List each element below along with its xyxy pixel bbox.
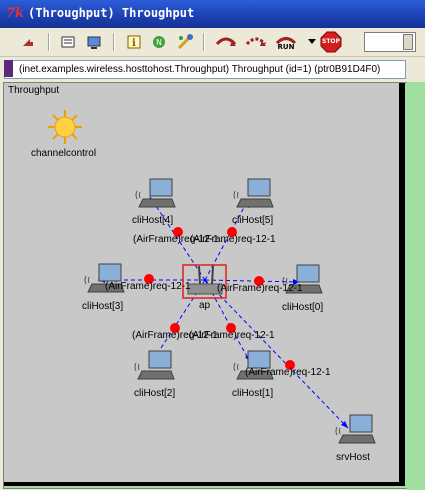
sun-icon[interactable] (48, 110, 82, 144)
laptop-icon[interactable] (335, 413, 377, 449)
laptop-icon[interactable] (135, 177, 177, 213)
module-label: cliHost[2] (134, 388, 176, 399)
message-path (204, 279, 349, 429)
module-label: srvHost (336, 452, 370, 463)
laptop-icon[interactable] (233, 177, 275, 213)
message-label: (AirFrame)req-12-1 (105, 281, 191, 292)
message-label: (AirFrame)req-12-1 (217, 283, 303, 294)
laptop-icon[interactable] (84, 262, 126, 298)
module-label: cliHost[1] (232, 388, 274, 399)
module-label: cliHost[4] (132, 215, 174, 226)
module-label: cliHost[0] (282, 302, 324, 313)
message-label: (AirFrame)req-12-1 (189, 330, 275, 341)
module-label: ap (199, 300, 211, 311)
message-label: (AirFrame)req-12-1 (245, 367, 331, 378)
module-label: channelcontrol (31, 148, 97, 159)
module-label: cliHost[5] (232, 215, 274, 226)
message-label: (AirFrame)req-12-1 (190, 234, 276, 245)
laptop-icon[interactable] (134, 349, 176, 385)
module-label: cliHost[3] (82, 301, 124, 312)
